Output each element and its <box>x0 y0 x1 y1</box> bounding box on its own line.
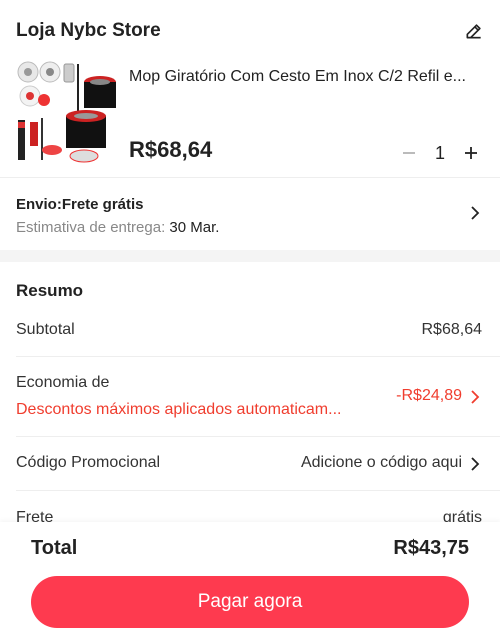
quantity-stepper: 1 <box>396 138 486 168</box>
shipping-row[interactable]: Envio:Frete grátis Estimativa de entrega… <box>0 178 500 250</box>
promo-code-value: Adicione o código aqui <box>300 454 462 471</box>
quantity-value[interactable]: 1 <box>422 143 458 164</box>
savings-row[interactable]: Economia de Descontos máximos aplicados … <box>0 370 500 436</box>
subtotal-label: Subtotal <box>16 321 75 338</box>
savings-label: Economia de <box>16 374 110 391</box>
promo-code-row[interactable]: Código Promocional Adicione o código aqu… <box>0 450 500 490</box>
shipping-title: Envio:Frete grátis <box>16 196 144 213</box>
increase-quantity-button[interactable] <box>458 140 484 166</box>
pay-now-button[interactable]: Pagar agora <box>31 576 469 628</box>
summary-title: Resumo <box>16 281 84 300</box>
total-label: Total <box>31 537 78 559</box>
chevron-right-icon <box>471 206 480 220</box>
savings-value: -R$24,89 <box>396 387 462 404</box>
plus-icon <box>465 147 477 159</box>
chevron-right-icon <box>471 457 480 471</box>
divider <box>16 436 500 437</box>
total-value: R$43,75 <box>393 537 469 559</box>
delivery-estimate-date: 30 Mar. <box>169 219 220 236</box>
product-price: R$68,64 <box>129 137 213 162</box>
checkout-footer: Total R$43,75 Pagar agora <box>0 522 500 642</box>
divider <box>16 490 500 491</box>
delivery-estimate: Estimativa de entrega: 30 Mar. <box>16 219 219 236</box>
product-image[interactable] <box>14 60 118 164</box>
section-gap <box>0 250 500 262</box>
savings-detail: Descontos máximos aplicados automaticam.… <box>16 401 342 418</box>
minus-icon <box>403 152 415 154</box>
product-title[interactable]: Mop Giratório Com Cesto Em Inox C/2 Refi… <box>129 68 486 86</box>
cart-item: Mop Giratório Com Cesto Em Inox C/2 Refi… <box>0 60 500 178</box>
subtotal-value: R$68,64 <box>421 321 483 338</box>
store-header: Loja Nybc Store <box>0 0 500 60</box>
chevron-right-icon <box>471 390 480 404</box>
store-name[interactable]: Loja Nybc Store <box>16 20 161 42</box>
divider <box>16 356 500 357</box>
delivery-estimate-label: Estimativa de entrega: <box>16 219 166 236</box>
promo-code-label: Código Promocional <box>16 454 161 471</box>
pencil-icon[interactable] <box>464 21 484 41</box>
decrease-quantity-button[interactable] <box>396 140 422 166</box>
subtotal-row: Subtotal R$68,64 <box>0 318 500 356</box>
